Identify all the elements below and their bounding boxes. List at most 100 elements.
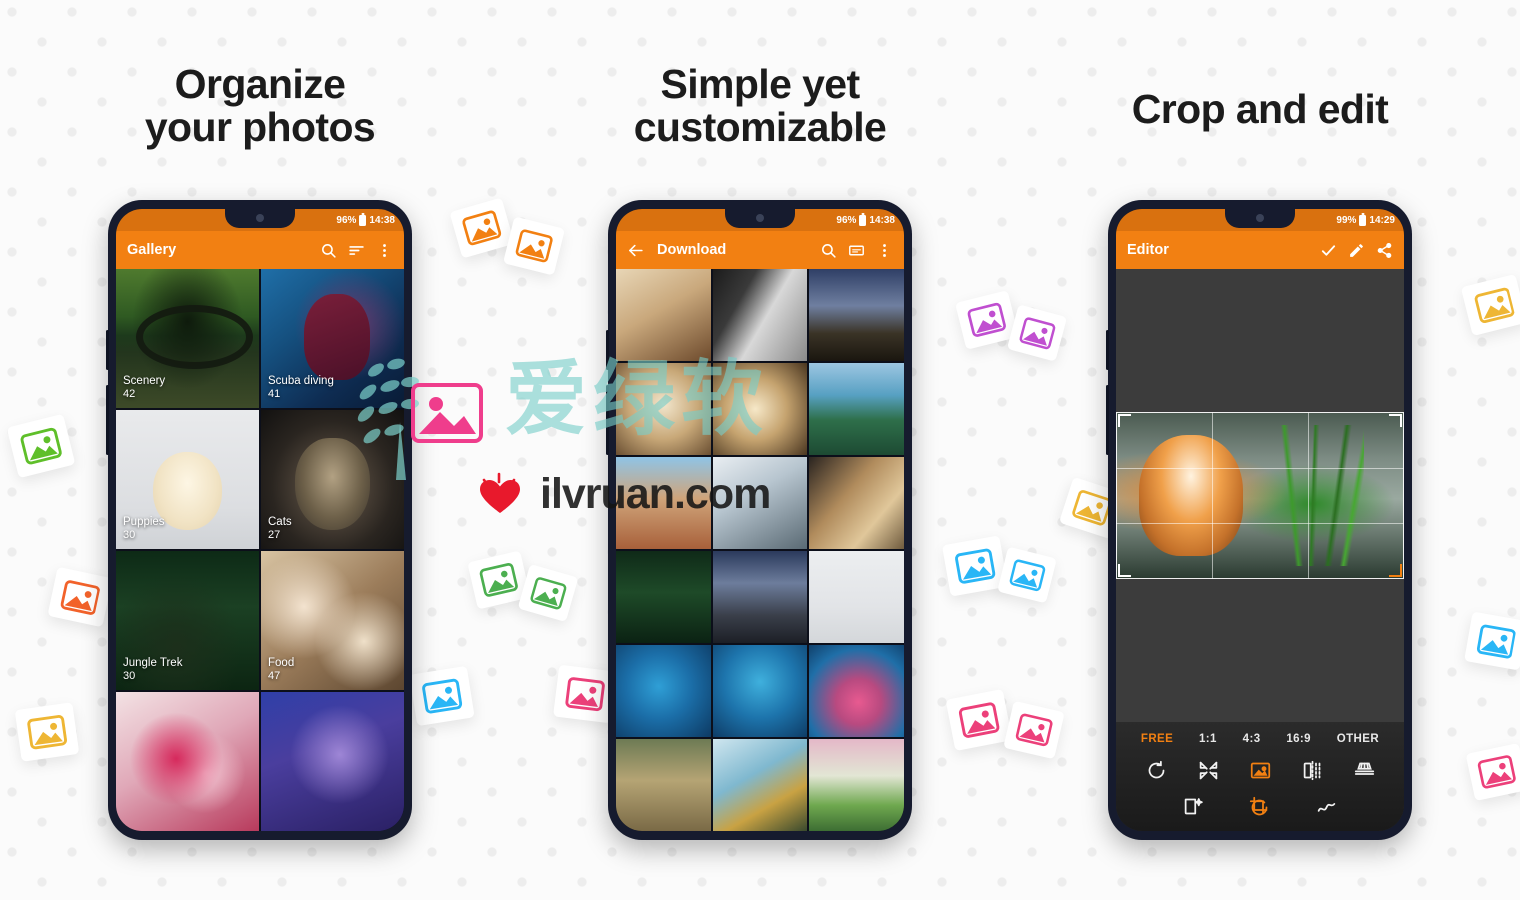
watermark-heart-icon (480, 472, 520, 513)
photo-thumbnail[interactable] (712, 457, 808, 549)
photo-thumbnail[interactable] (809, 739, 904, 831)
album-tile[interactable]: Jungle Trek 30 (116, 551, 259, 690)
decorative-photo-card (997, 546, 1057, 604)
headline-line: Crop and edit (1131, 86, 1389, 132)
aspect-ratio-4-3[interactable]: 4:3 (1243, 733, 1261, 745)
editor-toolbar-panel: FREE 1:1 4:3 16:9 OTHER (1116, 722, 1404, 831)
aspect-ratio-1-1[interactable]: 1:1 (1199, 733, 1217, 745)
album-tile[interactable]: Scuba diving 41 (261, 269, 404, 408)
sort-icon[interactable] (348, 242, 365, 259)
back-arrow-icon[interactable] (627, 242, 644, 259)
decorative-photo-card (1006, 304, 1068, 362)
decorative-photo-card (47, 566, 113, 628)
search-icon[interactable] (820, 242, 837, 259)
photo-thumbnail[interactable] (616, 739, 711, 831)
phone3-screen: 99% 14:29 Editor FREE 1:1 4:3 16:9 OTHER (1116, 209, 1404, 831)
album-count: 30 (123, 529, 136, 542)
headline-crop: Crop and edit (1050, 86, 1470, 132)
headline-organize: Organize your photos (50, 61, 470, 150)
crop-gridline (1211, 412, 1213, 579)
check-icon[interactable] (1320, 242, 1337, 259)
photo-thumbnail[interactable] (616, 457, 711, 549)
perspective-icon[interactable] (1354, 760, 1375, 781)
phone-mockup-download: 96% 14:38 Download (606, 200, 912, 840)
overflow-menu-icon[interactable] (876, 242, 893, 259)
headline-line: Organize (174, 61, 346, 107)
battery-percent: 99% (1336, 214, 1357, 226)
album-thumbnail (116, 692, 259, 831)
album-count: 41 (268, 388, 281, 401)
edited-photo-tiger[interactable] (1116, 412, 1404, 579)
crop-handle-bottom-right[interactable] (1389, 564, 1402, 577)
slideshow-icon[interactable] (848, 242, 865, 259)
phone3-app-bar: Editor (1116, 231, 1404, 269)
clock: 14:29 (1369, 214, 1395, 226)
photo-thumbnail[interactable] (809, 551, 904, 643)
crop-gridline (1116, 467, 1404, 469)
album-tile[interactable]: Food 47 (261, 551, 404, 690)
resize-icon[interactable] (1198, 760, 1219, 781)
decorative-photo-card (1003, 700, 1065, 760)
crop-handle-top-right[interactable] (1389, 414, 1402, 427)
album-count: 47 (268, 670, 281, 683)
photo-thumbnail[interactable] (712, 363, 808, 455)
rotate-icon[interactable] (1146, 760, 1167, 781)
album-name: Scenery (123, 374, 166, 387)
album-meta: Scenery 42 (123, 374, 165, 402)
watermark-photo-icon (411, 383, 483, 443)
phone2-notch (725, 209, 795, 228)
aspect-ratio-free[interactable]: FREE (1141, 733, 1173, 745)
album-name: Jungle Trek (123, 656, 183, 669)
photo-thumbnail[interactable] (616, 269, 711, 361)
clock: 14:38 (369, 214, 395, 226)
share-icon[interactable] (1376, 242, 1393, 259)
album-tile[interactable]: Cats 27 (261, 410, 404, 549)
album-tile[interactable]: Puppies 30 (116, 410, 259, 549)
photo-thumbnail[interactable] (712, 645, 808, 737)
crop-icon[interactable] (1249, 796, 1270, 817)
album-tile[interactable]: Scenery 42 (116, 269, 259, 408)
overflow-menu-icon[interactable] (376, 242, 393, 259)
aspect-ratio-other[interactable]: OTHER (1337, 733, 1379, 745)
crop-handle-bottom-left[interactable] (1118, 564, 1131, 577)
photo-thumbnail[interactable] (616, 645, 711, 737)
search-icon[interactable] (320, 242, 337, 259)
photo-thumbnail[interactable] (616, 551, 711, 643)
photo-thumbnail[interactable] (809, 363, 904, 455)
headline-line: customizable (633, 104, 887, 151)
pencil-icon[interactable] (1348, 242, 1365, 259)
filters-icon[interactable] (1183, 796, 1204, 817)
headline-line: Simple yet (660, 61, 860, 107)
album-meta: Food 47 (268, 656, 294, 684)
transform-tools-row (1116, 757, 1404, 784)
promo-screenshot-canvas: Organize your photos Simple yet customiz… (0, 0, 1520, 900)
decorative-photo-card (1465, 742, 1520, 802)
photo-thumbnail[interactable] (712, 269, 808, 361)
app-title: Gallery (127, 242, 177, 258)
crop-overlay[interactable] (1116, 412, 1404, 579)
phone3-notch (1225, 209, 1295, 228)
editor-title: Editor (1127, 242, 1169, 258)
battery-icon (359, 214, 367, 226)
aspect-ratio-row: FREE 1:1 4:3 16:9 OTHER (1116, 731, 1404, 757)
album-meta: Cats 27 (268, 515, 292, 543)
draw-icon[interactable] (1316, 796, 1337, 817)
decorative-photo-card (14, 702, 80, 762)
photo-thumbnail[interactable] (712, 551, 808, 643)
battery-icon (1359, 214, 1367, 226)
crop-handle-top-left[interactable] (1118, 414, 1131, 427)
photo-thumbnail[interactable] (616, 363, 711, 455)
photo-thumbnail[interactable] (712, 739, 808, 831)
album-tile[interactable] (261, 692, 404, 831)
flip-icon[interactable] (1302, 760, 1323, 781)
photo-thumbnail[interactable] (809, 269, 904, 361)
aspect-ratio-16-9[interactable]: 16:9 (1286, 733, 1311, 745)
photo-thumbnail[interactable] (809, 645, 904, 737)
album-tile[interactable] (116, 692, 259, 831)
decorative-photo-card (502, 216, 566, 276)
phone1-app-bar: Gallery (116, 231, 404, 269)
aspect-frame-icon[interactable] (1250, 760, 1271, 781)
phone1-screen: 96% 14:38 Gallery Scenery 42 Scuba divin… (116, 209, 404, 831)
decorative-photo-card (1464, 611, 1520, 671)
photo-thumbnail[interactable] (809, 457, 904, 549)
